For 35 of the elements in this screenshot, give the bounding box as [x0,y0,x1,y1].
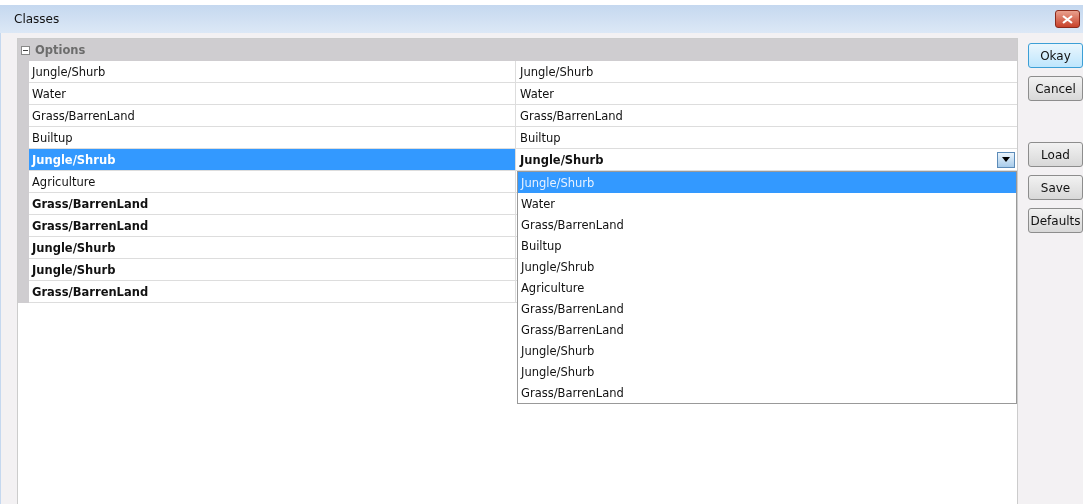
property-value: Grass/BarrenLand [516,105,1017,127]
close-button[interactable] [1055,10,1080,28]
close-icon [1062,14,1073,24]
property-value: Water [516,83,1017,105]
dropdown-option[interactable]: Grass/BarrenLand [518,214,1016,235]
property-name[interactable]: Jungle/Shurb [29,259,516,281]
dialog-button[interactable]: Save [1028,175,1083,200]
property-name[interactable]: Agriculture [29,171,516,193]
property-name[interactable]: Jungle/Shurb [29,61,516,83]
dropdown-option[interactable]: Jungle/Shurb [518,361,1016,382]
caret-icon [1002,157,1010,162]
property-name[interactable]: Jungle/Shurb [29,237,516,259]
property-name[interactable]: Grass/BarrenLand [29,215,516,237]
property-value: Jungle/Shurb [516,61,1017,83]
dialog-button[interactable]: Okay [1028,43,1083,68]
dialog-button[interactable]: Load [1028,142,1083,167]
property-value: Builtup [516,127,1017,149]
dropdown-option[interactable]: Builtup [518,235,1016,256]
dropdown-option[interactable]: Jungle/Shurb [518,340,1016,361]
dropdown-option[interactable]: Jungle/Shrub [518,256,1016,277]
collapse-icon[interactable] [21,45,30,55]
dropdown-button[interactable] [997,151,1015,168]
dialog-button[interactable]: Defaults [1028,208,1083,233]
dropdown-option[interactable]: Grass/BarrenLand [518,298,1016,319]
property-name[interactable]: Grass/BarrenLand [29,105,516,127]
property-name[interactable]: Water [29,83,516,105]
property-name[interactable]: Grass/BarrenLand [29,281,516,303]
category-label: Options [35,43,86,57]
dialog-button[interactable]: Cancel [1028,76,1083,101]
dropdown-option[interactable]: Grass/BarrenLand [518,319,1016,340]
property-name[interactable]: Grass/BarrenLand [29,193,516,215]
dropdown-option[interactable]: Agriculture [518,277,1016,298]
dropdown-option[interactable]: Grass/BarrenLand [518,382,1016,403]
window-title: Classes [14,12,60,26]
dropdown-option[interactable]: Water [518,193,1016,214]
